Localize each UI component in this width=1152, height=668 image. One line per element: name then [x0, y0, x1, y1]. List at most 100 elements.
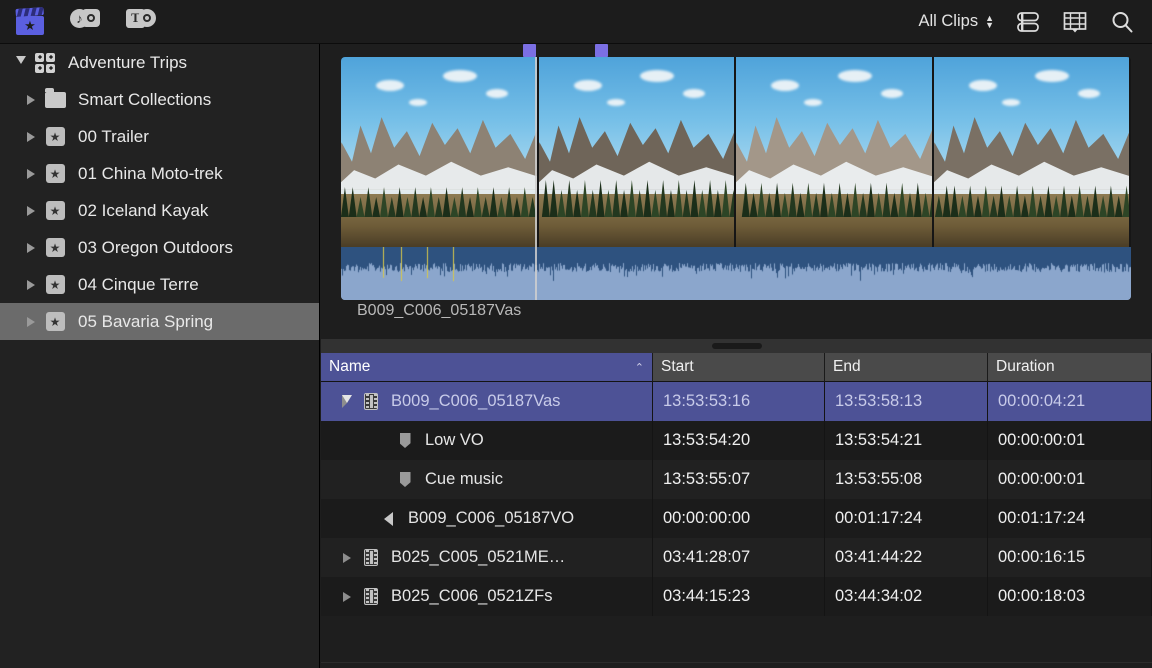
clip-filter-dropdown[interactable]: All Clips ▲▼: [918, 12, 994, 31]
filmstrip-preview[interactable]: B009_C006_05187Vas: [321, 44, 1152, 332]
column-header-label: Name: [329, 358, 370, 376]
cell-duration: 00:00:04:21: [988, 382, 1152, 421]
disclosure-closed-icon[interactable]: [20, 206, 42, 216]
film-clip-icon: [359, 549, 383, 566]
filmstrip-frame: [539, 57, 737, 247]
table-row[interactable]: B025_C006_0521ZFs03:44:15:2303:44:34:020…: [321, 577, 1152, 616]
cell-name[interactable]: B009_C006_05187Vas: [321, 382, 653, 421]
table-header-row[interactable]: Name ⌃ Start End Duration: [321, 353, 1152, 382]
sidebar-item-label: 04 Cinque Terre: [76, 275, 199, 295]
keyword-star-icon: ★: [42, 275, 68, 294]
keyword-star-icon: ★: [42, 201, 68, 220]
column-header-end[interactable]: End: [825, 353, 988, 382]
toolbar: ★ ♪ T All Clips ▲▼: [0, 0, 1152, 44]
table-row[interactable]: Cue music13:53:55:0713:53:55:0800:00:00:…: [321, 460, 1152, 499]
cell-name[interactable]: B009_C006_05187VO: [321, 499, 653, 538]
filmstrip-frame: [934, 57, 1132, 247]
photos-music-icon: ♪: [70, 9, 100, 35]
cell-start: 13:53:53:16: [653, 382, 825, 421]
disclosure-closed-icon[interactable]: [20, 169, 42, 179]
cell-start: 03:44:15:23: [653, 577, 825, 616]
divider-grip-icon[interactable]: [712, 343, 762, 349]
disclosure-closed-icon[interactable]: [20, 317, 42, 327]
cell-end: 13:53:58:13: [825, 382, 988, 421]
marker-bar[interactable]: [321, 44, 1152, 56]
column-header-label: End: [833, 358, 861, 376]
list-view-button[interactable]: [1016, 11, 1040, 33]
filmstrip-frame: [341, 57, 539, 247]
event-library-icon: [32, 53, 58, 73]
pane-divider[interactable]: [321, 339, 1152, 353]
disclosure-open-icon[interactable]: [10, 56, 32, 69]
sidebar-item-05-bavaria-spring[interactable]: ★05 Bavaria Spring: [0, 303, 319, 340]
clip-filmstrip[interactable]: [341, 57, 1131, 300]
sidebar-item-03-oregon-outdoors[interactable]: ★03 Oregon Outdoors: [0, 229, 319, 266]
cell-start: 00:00:00:00: [653, 499, 825, 538]
film-clip-icon: [359, 393, 383, 410]
clip-name-label: Low VO: [425, 431, 484, 450]
film-clip-icon: [359, 588, 383, 605]
photos-audio-button[interactable]: ♪: [70, 9, 100, 35]
marker-icon: [393, 472, 417, 487]
disclosure-open-icon[interactable]: [335, 395, 359, 408]
disclosure-closed-icon[interactable]: [20, 280, 42, 290]
table-row[interactable]: Low VO13:53:54:2013:53:54:2100:00:00:01: [321, 421, 1152, 460]
sidebar-item-01-china-moto-trek[interactable]: ★ 01 China Moto-trek: [0, 155, 319, 192]
disclosure-closed-icon[interactable]: [20, 95, 42, 105]
filmstrip-clip-name: B009_C006_05187Vas: [357, 302, 521, 320]
sidebar-item-label: 00 Trailer: [76, 127, 149, 147]
disclosure-closed-icon[interactable]: [20, 243, 42, 253]
column-header-start[interactable]: Start: [653, 353, 825, 382]
cell-name[interactable]: Cue music: [321, 460, 653, 499]
column-header-name[interactable]: Name ⌃: [321, 353, 653, 382]
cell-name[interactable]: B025_C005_0521ME…: [321, 538, 653, 577]
list-view-icon: [1016, 11, 1040, 33]
cell-duration: 00:00:00:01: [988, 460, 1152, 499]
cell-name[interactable]: Low VO: [321, 421, 653, 460]
status-bar: 1 of 12 selected, 04:21: [321, 662, 1152, 668]
disclosure-closed-icon[interactable]: [335, 553, 359, 563]
sidebar-item-adventure-trips[interactable]: Adventure Trips: [0, 44, 319, 81]
keyword-star-icon: ★: [42, 127, 68, 146]
keyword-star-icon: ★: [42, 164, 68, 183]
filmstrip-frames: [341, 57, 1131, 247]
sidebar-item-02-iceland-kayak[interactable]: ★ 02 Iceland Kayak: [0, 192, 319, 229]
clip-name-label: B025_C005_0521ME…: [391, 548, 565, 567]
library-button[interactable]: ★: [16, 9, 44, 35]
cell-duration: 00:00:16:15: [988, 538, 1152, 577]
titles-generators-button[interactable]: T: [126, 9, 156, 35]
table-row[interactable]: B009_C006_05187Vas 13:53:53:1613:53:58:13…: [321, 382, 1152, 421]
disclosure-closed-icon[interactable]: [20, 132, 42, 142]
table-row[interactable]: B025_C005_0521ME…03:41:28:0703:41:44:220…: [321, 538, 1152, 577]
search-button[interactable]: [1110, 10, 1134, 34]
sidebar-item-label: 03 Oregon Outdoors: [76, 238, 233, 258]
disclosure-closed-icon[interactable]: [335, 592, 359, 602]
sidebar-item-00-trailer[interactable]: ★ 00 Trailer: [0, 118, 319, 155]
audio-waveform: [341, 247, 1131, 300]
keyword-star-icon: ★: [42, 312, 68, 331]
cell-duration: 00:01:17:24: [988, 499, 1152, 538]
clip-name-label: B009_C006_05187Vas: [391, 392, 560, 411]
sidebar-item-label: 01 China Moto-trek: [76, 164, 223, 184]
audio-speaker-icon: [376, 512, 400, 526]
sidebar-item-smart-collections[interactable]: Smart Collections: [0, 81, 319, 118]
chevron-up-down-icon: ▲▼: [985, 15, 994, 28]
cell-start: 13:53:54:20: [653, 421, 825, 460]
folder-icon: [42, 92, 68, 108]
cell-name[interactable]: B025_C006_0521ZFs: [321, 577, 653, 616]
libraries-sidebar[interactable]: Adventure TripsSmart Collections ★ 00 Trai…: [0, 44, 320, 668]
filmstrip-frame: [736, 57, 934, 247]
cell-start: 13:53:55:07: [653, 460, 825, 499]
sidebar-item-04-cinque-terre[interactable]: ★ 04 Cinque Terre: [0, 266, 319, 303]
search-icon: [1110, 10, 1134, 34]
clips-list-table[interactable]: Name ⌃ Start End Duration B009_C006_05187Vas…: [321, 353, 1152, 668]
table-body[interactable]: B009_C006_05187Vas 13:53:53:1613:53:58:13…: [321, 382, 1152, 616]
cell-end: 03:41:44:22: [825, 538, 988, 577]
sort-ascending-icon: ⌃: [635, 361, 644, 374]
table-row[interactable]: B009_C006_05187VO00:00:00:0000:01:17:240…: [321, 499, 1152, 538]
column-header-duration[interactable]: Duration: [988, 353, 1152, 382]
filmstrip-view-button[interactable]: [1062, 11, 1088, 33]
sidebar-item-label: 02 Iceland Kayak: [76, 201, 208, 221]
clip-name-label: Cue music: [425, 470, 503, 489]
filmstrip-view-icon: [1062, 11, 1088, 33]
